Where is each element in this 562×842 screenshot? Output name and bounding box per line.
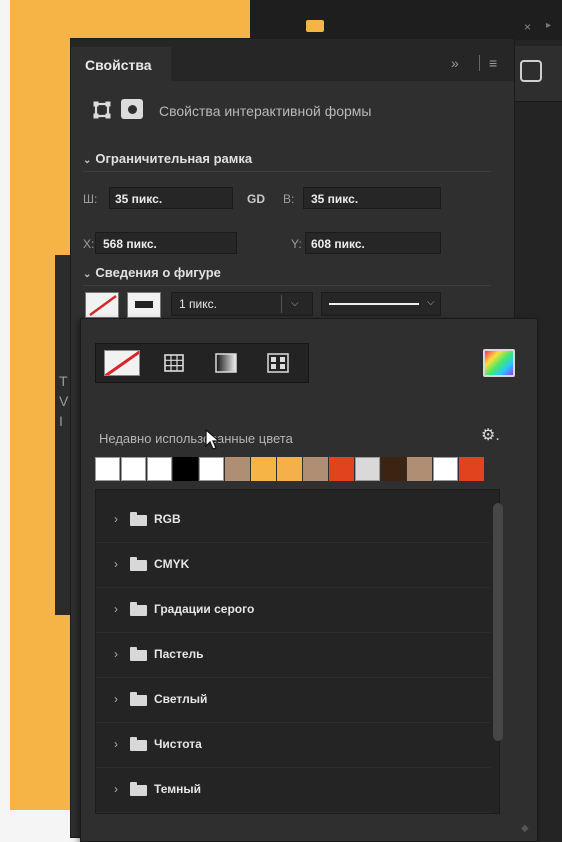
chevron-down-icon: ⌵ (427, 297, 435, 308)
scrollbar[interactable] (493, 503, 503, 741)
link-proportions-icon[interactable]: GD (247, 192, 265, 206)
library-icon[interactable] (520, 60, 542, 82)
dropdown-divider (281, 295, 282, 313)
height-label: В: (283, 192, 295, 206)
no-color-slash-icon (89, 295, 117, 316)
color-swatch[interactable] (381, 457, 406, 481)
swatch-folder-label: Пастель (154, 647, 204, 661)
swatch-folder-label: CMYK (154, 557, 190, 571)
width-label: Ш: (83, 192, 98, 206)
swatch-folder-label: Градации серого (154, 602, 255, 616)
y-label: Y: (291, 237, 302, 251)
section-bounding-box[interactable]: ⌄ Ограничительная рамка (83, 151, 252, 166)
folder-icon (130, 560, 147, 571)
color-swatch[interactable] (95, 457, 120, 481)
swatch-folder-row[interactable]: › CMYK (96, 543, 491, 588)
leading-icon[interactable]: I (59, 413, 63, 429)
swatch-folders-list: › RGB › CMYK › Градации серого › Пастель › Светлы… (95, 489, 500, 814)
section-shape-info-title: Сведения о фигуре (95, 265, 221, 280)
panel-menu-icon[interactable]: ≡ (489, 55, 497, 71)
interactive-form-label: Свойства интерактивной формы (159, 103, 372, 119)
x-value: 568 пикс. (103, 237, 157, 251)
vertical-type-icon[interactable]: V (59, 393, 68, 409)
swatch-folder-row[interactable]: › Градации серого (96, 588, 491, 633)
stroke-width-value: 1 пикс. (179, 297, 217, 311)
gear-icon[interactable]: ⚙. (481, 425, 500, 445)
swatch-folder-row[interactable]: › Пастель (96, 633, 491, 678)
type-tool-icon[interactable]: T (59, 373, 68, 389)
no-fill-button[interactable] (104, 350, 140, 376)
chevron-down-icon: ⌄ (83, 269, 92, 280)
section-divider (83, 171, 491, 172)
color-swatch[interactable] (199, 457, 224, 481)
chevron-right-icon[interactable]: › (114, 557, 118, 571)
swatches-grid-icon[interactable] (156, 350, 192, 376)
folder-icon (130, 515, 147, 526)
folder-icon (130, 785, 147, 796)
collapse-arrow-icon[interactable]: ▸ (546, 20, 551, 31)
height-value: 35 пикс. (311, 192, 359, 206)
swatch-folder-label: Темный (154, 782, 201, 796)
section-shape-info[interactable]: ⌄ Сведения о фигуре (83, 265, 221, 280)
layer-thumbnail[interactable] (306, 20, 324, 32)
color-swatch[interactable] (433, 457, 458, 481)
chevron-right-icon[interactable]: › (114, 737, 118, 751)
y-value: 608 пикс. (311, 237, 365, 251)
chevron-right-icon[interactable]: › (114, 692, 118, 706)
color-popover: Недавно использованные цвета ⚙. › RGB › CMY… (80, 318, 538, 842)
color-picker-button[interactable] (483, 349, 515, 377)
swatch-folder-row[interactable]: › Чистота (96, 723, 491, 768)
swatch-folder-row[interactable]: › Темный (96, 768, 491, 813)
pattern-icon[interactable] (260, 350, 296, 376)
color-swatch[interactable] (173, 457, 198, 481)
swatch-folder-label: RGB (154, 512, 181, 526)
color-swatch[interactable] (407, 457, 432, 481)
x-label: X: (83, 237, 95, 251)
chevron-right-icon[interactable]: › (114, 512, 118, 526)
fill-swatch[interactable] (85, 292, 119, 318)
swatch-folder-label: Чистота (154, 737, 202, 751)
chevron-down-icon: ⌄ (83, 155, 92, 166)
stroke-style-preview (329, 303, 419, 305)
folder-icon (130, 605, 147, 616)
width-value: 35 пикс. (115, 192, 163, 206)
color-spectrum-icon (485, 351, 513, 375)
header-divider (479, 55, 480, 71)
mask-icon-dot (128, 105, 137, 114)
chevron-right-icon[interactable]: › (114, 602, 118, 616)
no-fill-slash-icon (105, 351, 139, 375)
color-swatch[interactable] (459, 457, 484, 481)
stroke-swatch-bar (135, 301, 153, 308)
color-swatch[interactable] (329, 457, 354, 481)
swatch-folder-row[interactable]: › Светлый (96, 678, 491, 723)
folder-icon (130, 650, 147, 661)
recent-swatches-row (95, 457, 484, 481)
resize-grip-icon[interactable]: ◆ (521, 823, 529, 834)
tab-properties-label: Свойства (85, 57, 152, 73)
color-swatch[interactable] (355, 457, 380, 481)
chevron-right-icon[interactable]: › (114, 782, 118, 796)
color-swatch[interactable] (121, 457, 146, 481)
section-bounding-box-title: Ограничительная рамка (95, 151, 253, 166)
recent-colors-label: Недавно использованные цвета (99, 431, 293, 446)
chevron-down-icon: ⌵ (291, 298, 299, 309)
folder-icon (130, 695, 147, 706)
fill-type-group (95, 343, 309, 383)
color-swatch[interactable] (277, 457, 302, 481)
color-swatch[interactable] (147, 457, 172, 481)
chevron-right-icon[interactable]: › (114, 647, 118, 661)
document-tab-strip (250, 0, 562, 40)
color-swatch[interactable] (225, 457, 250, 481)
gradient-icon[interactable] (208, 350, 244, 376)
swatch-folder-label: Светлый (154, 692, 208, 706)
color-swatch[interactable] (303, 457, 328, 481)
folder-icon (130, 740, 147, 751)
expand-panel-icon[interactable]: » (451, 55, 459, 71)
swatch-folder-row[interactable]: › RGB (96, 498, 491, 543)
transform-icon[interactable] (93, 101, 111, 119)
close-icon[interactable]: × (524, 20, 531, 34)
mouse-cursor-icon (205, 429, 221, 450)
section-divider (83, 285, 491, 286)
color-swatch[interactable] (251, 457, 276, 481)
